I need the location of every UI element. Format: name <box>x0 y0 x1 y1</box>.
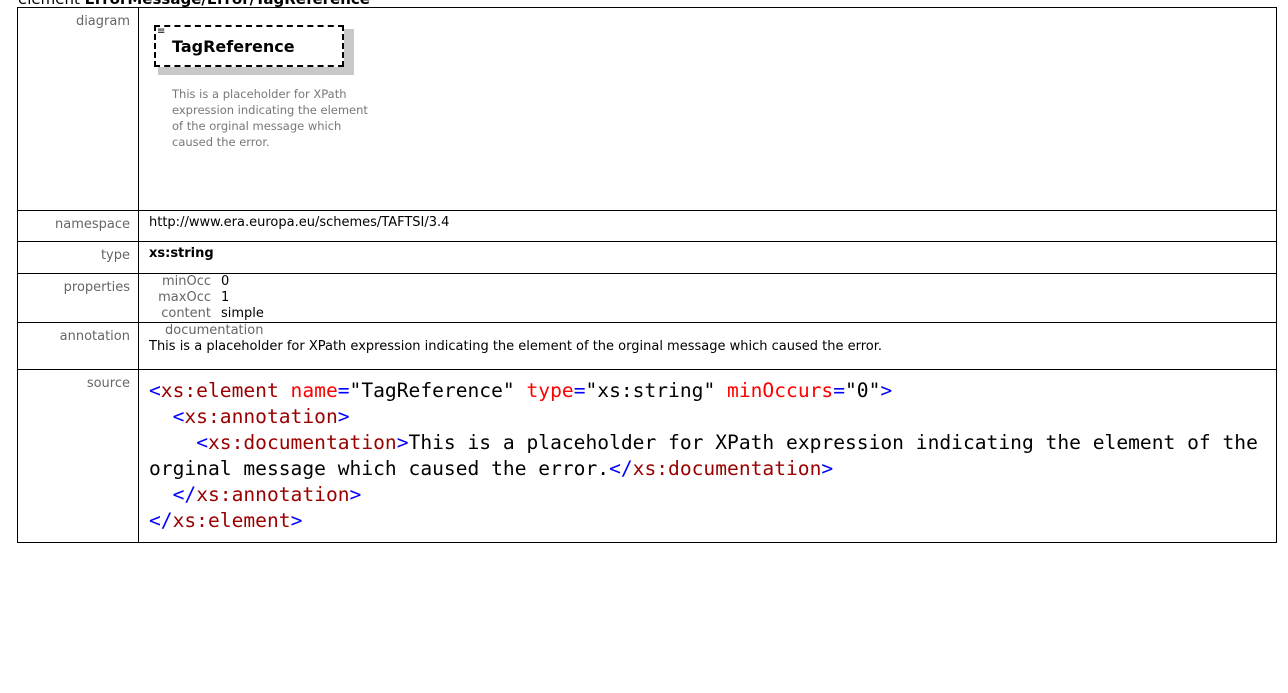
properties-cell: minOcc 0 maxOcc 1 content simple <box>138 273 1277 323</box>
namespace-row: namespace http://www.era.europa.eu/schem… <box>17 210 1277 242</box>
tag-bracket: > <box>821 457 834 480</box>
attr-value: "xs:string" <box>585 379 716 402</box>
sequence-icon: ≡ <box>157 26 166 37</box>
attr-value: "TagReference" <box>349 379 515 402</box>
attr-value: "0" <box>845 379 881 402</box>
element-box-label: TagReference <box>172 37 295 56</box>
tag-bracket: < <box>149 379 161 402</box>
tag-name: xs:element <box>160 379 279 402</box>
tag-bracket: > <box>290 509 303 532</box>
tag-name: xs:element <box>172 509 291 532</box>
properties-list: minOcc 0 maxOcc 1 content simple <box>149 274 1266 322</box>
tag-bracket: </ <box>172 483 197 506</box>
annotation-heading: documentation <box>165 323 264 338</box>
page-title: element ErrorMessage/Error/TagReference <box>18 0 1248 7</box>
namespace-label: namespace <box>17 210 139 242</box>
property-row: maxOcc 1 <box>149 290 1266 306</box>
annotation-row: annotation documentation This is a place… <box>17 322 1277 370</box>
source-label: source <box>17 369 139 543</box>
namespace-value: http://www.era.europa.eu/schemes/TAFTSI/… <box>138 210 1277 242</box>
tag-bracket: > <box>337 405 350 428</box>
properties-row: properties minOcc 0 maxOcc 1 content sim… <box>17 273 1277 323</box>
property-value: 0 <box>221 274 230 289</box>
tag-name: xs:annotation <box>184 405 338 428</box>
source-cell: <xs:element name="TagReference" type="xs… <box>138 369 1277 543</box>
attr-name: type <box>514 379 574 402</box>
tag-bracket: < <box>196 431 208 454</box>
properties-label: properties <box>17 273 139 323</box>
attr-name: minOccurs <box>715 379 834 402</box>
tag-bracket: > <box>349 483 362 506</box>
type-value: xs:string <box>138 241 1277 274</box>
property-key: minOcc <box>161 274 211 289</box>
tag-bracket: </ <box>609 457 633 480</box>
attr-equals: = <box>573 379 586 402</box>
property-key: content <box>161 306 211 321</box>
property-value: 1 <box>221 290 230 305</box>
property-value: simple <box>221 306 264 321</box>
tag-name: xs:documentation <box>207 431 397 454</box>
tag-bracket: </ <box>149 509 173 532</box>
annotation-label: annotation <box>17 322 139 370</box>
attr-equals: = <box>833 379 846 402</box>
annotation-text: This is a placeholder for XPath expressi… <box>149 339 883 354</box>
source-row: source <xs:element name="TagReference" t… <box>17 369 1277 543</box>
diagram-documentation: This is a placeholder for XPath expressi… <box>172 87 368 149</box>
diagram-label: diagram <box>17 7 139 211</box>
property-row: minOcc 0 <box>149 274 1266 290</box>
tag-name: xs:documentation <box>632 457 822 480</box>
tag-bracket: > <box>880 379 893 402</box>
type-row: type xs:string <box>17 241 1277 274</box>
type-label: type <box>17 241 139 274</box>
source-code: <xs:element name="TagReference" type="xs… <box>149 378 1266 534</box>
property-row: content simple <box>149 306 1266 322</box>
tag-bracket: < <box>172 405 185 428</box>
attr-equals: = <box>337 379 350 402</box>
element-box: TagReference <box>154 25 344 67</box>
attr-name: name <box>278 379 338 402</box>
tag-name: xs:annotation <box>196 483 350 506</box>
property-key: maxOcc <box>158 290 211 305</box>
tag-bracket: > <box>396 431 409 454</box>
annotation-cell: documentation This is a placeholder for … <box>138 322 1277 370</box>
